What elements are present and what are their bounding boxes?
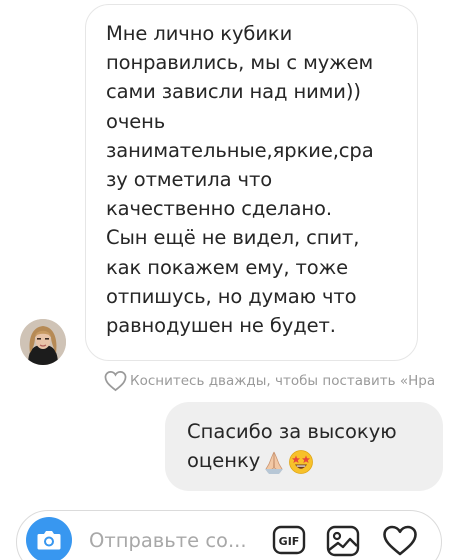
- like-button[interactable]: [382, 525, 418, 557]
- sender-avatar[interactable]: [20, 319, 66, 365]
- gif-button[interactable]: GIF: [272, 525, 306, 555]
- gif-icon: GIF: [272, 525, 306, 555]
- gallery-icon: [326, 525, 360, 557]
- gallery-button[interactable]: [326, 525, 360, 557]
- direct-message-thread: Мне лично кубики понравились, мы с мужем…: [0, 0, 452, 560]
- camera-icon: [37, 531, 61, 550]
- camera-button[interactable]: [26, 517, 72, 560]
- message-composer: GIF: [16, 510, 442, 560]
- outgoing-message-content: Спасибо за высокую оценку: [187, 417, 433, 475]
- heart-icon: [383, 525, 417, 556]
- gif-label: GIF: [279, 535, 300, 548]
- double-tap-like-hint: Коснитесь дважды, чтобы поставить «Нра: [104, 369, 452, 393]
- folded-hands-emoji: [265, 451, 284, 474]
- star-struck-emoji: [289, 449, 314, 474]
- incoming-message-text: Мне лично кубики понравились, мы с мужем…: [106, 22, 374, 338]
- heart-outline-icon: [104, 371, 127, 392]
- message-input[interactable]: [89, 524, 254, 556]
- like-hint-text: Коснитесь дважды, чтобы поставить «Нра: [130, 373, 436, 389]
- incoming-message-bubble[interactable]: Мне лично кубики понравились, мы с мужем…: [85, 4, 418, 361]
- avatar-photo: [20, 319, 66, 365]
- outgoing-message-bubble[interactable]: Спасибо за высокую оценку: [165, 402, 443, 491]
